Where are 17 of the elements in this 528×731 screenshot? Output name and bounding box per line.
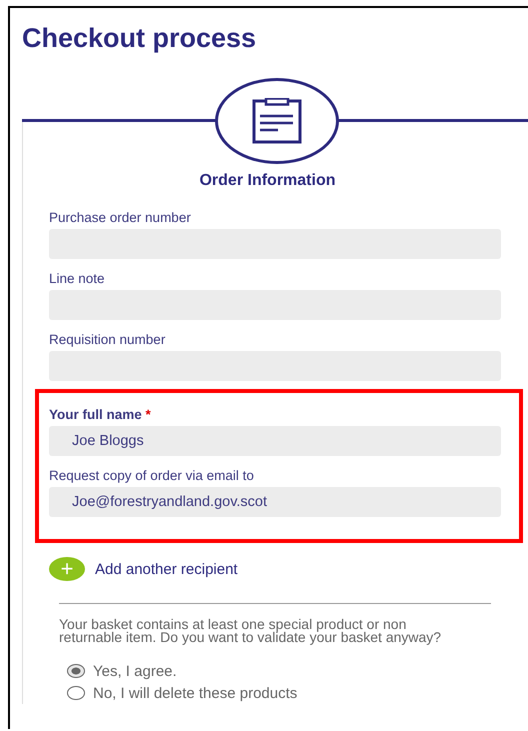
radio-button[interactable] bbox=[67, 686, 85, 700]
field-label: Requisition number bbox=[49, 332, 166, 347]
input-field[interactable]: Joe Bloggs bbox=[49, 426, 501, 456]
field-label: Request copy of order via email to bbox=[49, 468, 255, 483]
notice-text: Your basket contains at least one special product or non returnable item. Do you want to validate your basket anyway? bbox=[59, 618, 442, 644]
add-recipient-link[interactable]: Add another recipient bbox=[95, 560, 238, 578]
page-title: Checkout process bbox=[22, 22, 258, 54]
input-field[interactable]: Joe@forestryandland.gov.scot bbox=[49, 487, 501, 517]
radio-button[interactable] bbox=[67, 664, 85, 678]
option-label[interactable]: No, I will delete these products bbox=[93, 684, 298, 702]
required-mark: * bbox=[146, 407, 151, 422]
field-label: Your full name * bbox=[49, 407, 152, 422]
option-label[interactable]: Yes, I agree. bbox=[93, 662, 177, 680]
clipboard-icon bbox=[251, 98, 303, 144]
step-label: Order Information bbox=[198, 172, 336, 190]
field-label: Purchase order number bbox=[49, 210, 192, 225]
field-label: Line note bbox=[49, 271, 106, 286]
